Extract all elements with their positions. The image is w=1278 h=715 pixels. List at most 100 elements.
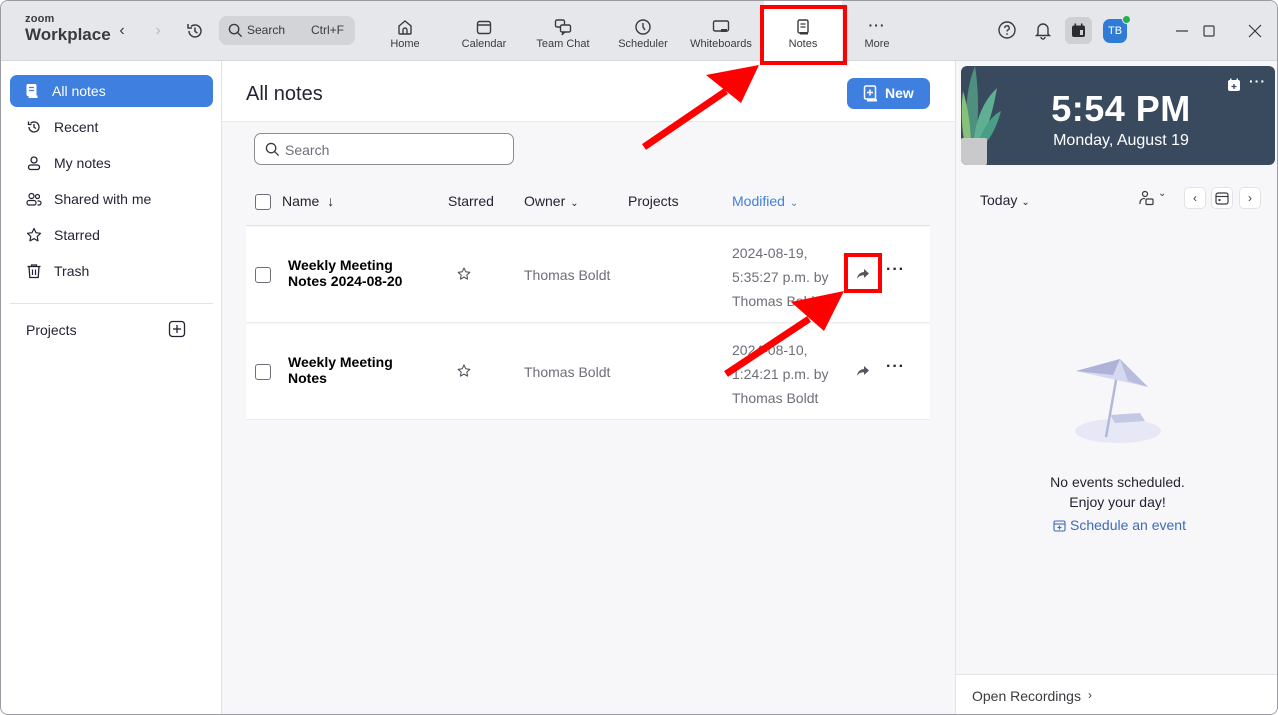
note-modified: 2024-08-10, 1:24:21 p.m. by Thomas Boldt [732,338,842,410]
table-row[interactable]: Weekly Meeting Notes Thomas Boldt 2024-0… [246,324,930,420]
note-modified: 2024-08-19, 5:35:27 p.m. by Thomas Boldt [732,241,842,313]
notes-search-input[interactable] [285,140,505,160]
select-all-checkbox[interactable] [255,194,271,210]
column-modified[interactable]: Modified ⌄ [732,193,798,209]
row-checkbox[interactable] [255,364,271,380]
calendar-icon [1215,192,1229,205]
sort-arrow-icon: ↓ [327,193,335,209]
notes-icon [797,19,809,35]
tab-label: Calendar [461,38,507,50]
column-name[interactable]: Name ↓ [282,193,334,209]
chat-icon [554,19,572,36]
bell-icon[interactable] [1032,19,1054,41]
modified-by: Thomas Boldt [732,390,819,406]
tab-notes[interactable]: Notes [764,1,842,61]
presence-indicator [1122,15,1131,24]
empty-state-subtitle: Enjoy your day! [1069,494,1166,510]
close-button[interactable] [1245,21,1265,41]
logo-workplace: Workplace [25,25,111,44]
clock-date: Monday, August 19 [1053,132,1189,149]
help-icon[interactable] [996,19,1018,41]
back-button[interactable]: ‹ [114,21,130,41]
column-owner-label: Owner [524,193,566,209]
previous-day-button[interactable]: ‹ [1184,187,1206,209]
tab-scheduler[interactable]: Scheduler [611,1,675,61]
share-icon[interactable] [855,266,871,282]
note-name[interactable]: Weekly Meeting Notes 2024-08-20 [288,257,428,289]
history-icon [27,121,40,133]
clock-card: 5:54 PM Monday, August 19 ··· [961,66,1275,165]
more-options-button[interactable]: ··· [886,262,906,281]
person-calendar-icon [1139,190,1154,206]
projects-heading: Projects [26,322,77,338]
chevron-right-icon: › [1088,688,1092,702]
logo-zoom: zoom [25,13,55,25]
more-icon: ··· [868,17,886,33]
global-search[interactable]: Search Ctrl+F [219,16,355,45]
today-dropdown[interactable]: Today ⌄ [980,192,1030,208]
tab-home[interactable]: Home [379,1,431,61]
note-name[interactable]: Weekly Meeting Notes [288,354,428,386]
add-calendar-icon[interactable] [1227,78,1241,92]
column-starred[interactable]: Starred [448,193,494,209]
beach-umbrella-illustration [1075,359,1161,443]
maximize-button[interactable] [1199,21,1219,41]
top-bar: zoom Workplace ‹ › Search Ctrl+F Home Ca… [1,1,1277,61]
star-icon[interactable] [456,266,472,282]
sidebar-divider [10,303,213,304]
modified-time: 5:35:27 p.m. by [732,269,829,285]
tab-more[interactable]: ··· More [853,1,901,61]
add-project-button[interactable] [168,320,186,338]
open-recordings-bar[interactable]: Open Recordings › [956,674,1277,714]
zoom-workplace-window: zoom Workplace ‹ › Search Ctrl+F Home Ca… [0,0,1278,715]
calendar-filter-button[interactable]: ⌄ [1138,188,1170,208]
tab-label: Team Chat [536,38,590,50]
sidebar-item-label: Trash [54,263,90,279]
new-note-button[interactable]: New [847,78,930,109]
tab-label: Whiteboards [690,38,752,50]
sidebar-item-my-notes[interactable]: My notes [10,147,213,179]
sidebar-item-recent[interactable]: Recent [10,111,213,143]
notes-main: All notes New Name ↓ [222,61,955,714]
share-icon[interactable] [855,363,871,379]
tab-calendar[interactable]: Calendar [453,1,515,61]
sidebar-item-label: All notes [52,83,106,99]
pick-date-button[interactable] [1211,187,1233,209]
new-note-icon [863,85,877,102]
column-owner[interactable]: Owner ⌄ [524,193,579,209]
notes-search-box[interactable] [254,133,514,165]
sidebar-item-all-notes[interactable]: All notes [10,75,213,107]
schedule-event-link[interactable]: Schedule an event [1053,517,1186,533]
open-recordings-label: Open Recordings [972,688,1081,704]
new-note-label: New [885,85,914,101]
page-title: All notes [246,83,323,105]
column-name-label: Name [282,193,320,209]
sidebar-item-shared-with-me[interactable]: Shared with me [10,183,213,215]
search-icon [228,23,243,38]
sidebar-item-trash[interactable]: Trash [10,255,213,287]
more-options-button[interactable]: ··· [886,359,906,378]
star-icon[interactable] [456,363,472,379]
tab-label: Home [390,38,420,50]
more-options-button[interactable]: ··· [1249,74,1269,90]
search-label: Search [247,23,286,37]
table-row[interactable]: Weekly Meeting Notes 2024-08-20 Thomas B… [246,227,930,323]
main-header: All notes New [222,61,955,122]
person-icon [27,156,41,171]
row-checkbox[interactable] [255,267,271,283]
column-modified-label: Modified [732,193,785,209]
forward-button[interactable]: › [150,21,166,41]
history-icon[interactable] [185,21,205,41]
column-projects[interactable]: Projects [628,193,679,209]
tab-team-chat[interactable]: Team Chat [531,1,595,61]
sidebar-item-label: My notes [54,155,111,171]
minimize-button[interactable] [1172,21,1192,41]
avatar[interactable]: TB [1103,15,1131,43]
chevron-down-icon: ⌄ [1158,188,1167,199]
calendar-widget-button[interactable] [1065,17,1092,44]
next-day-button[interactable]: › [1239,187,1261,209]
sidebar-item-starred[interactable]: Starred [10,219,213,251]
tab-whiteboards[interactable]: Whiteboards [685,1,757,61]
table-header: Name ↓ Starred Owner ⌄ Projects Modified ⌄ [246,181,930,226]
chevron-down-icon: ⌄ [1021,197,1030,208]
